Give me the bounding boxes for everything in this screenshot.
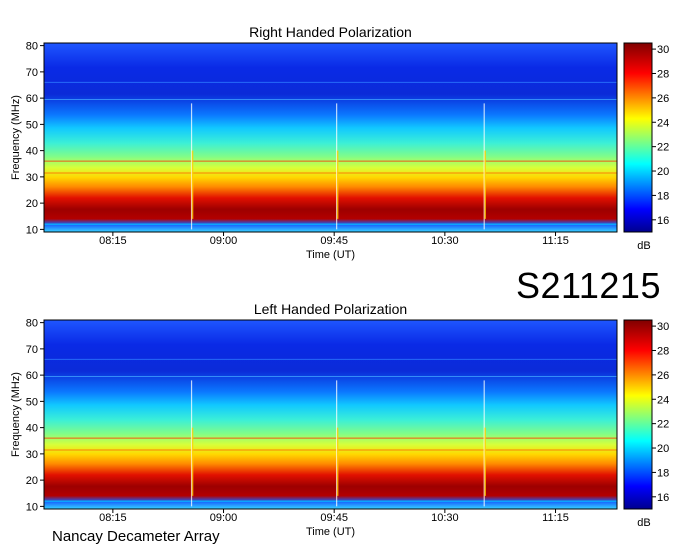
right-polarization-panel: Right Handed Polarization 08:15 09:00 09:45… (10, 24, 669, 261)
y-tick-label: 60 (26, 93, 38, 105)
colorbar-tick-label: 26 (657, 370, 669, 382)
panel-title: Left Handed Polarization (254, 301, 407, 317)
y-tick-label: 40 (26, 423, 38, 435)
x-tick-label: 09:00 (210, 235, 238, 247)
y-tick-label: 70 (26, 67, 38, 79)
y-tick-label: 80 (26, 318, 38, 330)
y-tick-label: 10 (26, 501, 38, 513)
colorbar (623, 42, 653, 233)
y-axis-label: Frequency (MHz) (10, 95, 22, 180)
y-axis-label: Frequency (MHz) (10, 372, 22, 457)
x-tick-label: 09:45 (320, 235, 348, 247)
y-tick-label: 30 (26, 172, 38, 184)
y-tick-label: 70 (26, 344, 38, 356)
y-tick-label: 10 (26, 224, 38, 236)
y-tick-label: 60 (26, 370, 38, 382)
x-tick-label: 10:30 (431, 235, 459, 247)
x-tick-label: 09:00 (210, 512, 238, 524)
spectrogram-image (44, 43, 617, 232)
colorbar-tick-label: 18 (657, 190, 669, 202)
colorbar-tick-label: 16 (657, 215, 669, 227)
y-tick-label: 20 (26, 198, 38, 210)
x-tick-label: 08:15 (99, 512, 127, 524)
colorbar-tick-label: 26 (657, 93, 669, 105)
event-id: S211215 (516, 265, 661, 306)
colorbar-tick-label: 20 (657, 166, 669, 178)
y-tick-label: 50 (26, 396, 38, 408)
x-axis-label: Time (UT) (306, 249, 355, 261)
colorbar (623, 319, 653, 510)
colorbar-tick-label: 30 (657, 44, 669, 56)
colorbar-tick-label: 24 (657, 117, 669, 129)
y-tick-label: 50 (26, 119, 38, 131)
colorbar-tick-label: 22 (657, 419, 669, 431)
spectrogram-image (44, 320, 617, 509)
x-tick-label: 11:15 (542, 235, 569, 247)
panel-title: Right Handed Polarization (249, 24, 412, 40)
x-tick-label: 09:45 (320, 512, 348, 524)
y-tick-label: 20 (26, 475, 38, 487)
colorbar-tick-label: 22 (657, 142, 669, 154)
colorbar-tick-label: 20 (657, 443, 669, 455)
colorbar-unit: dB (637, 240, 650, 252)
colorbar-tick-label: 30 (657, 321, 669, 333)
x-tick-label: 11:15 (542, 512, 569, 524)
y-tick-label: 80 (26, 41, 38, 53)
y-tick-label: 30 (26, 449, 38, 461)
x-tick-label: 10:30 (431, 512, 459, 524)
colorbar-tick-label: 16 (657, 492, 669, 504)
colorbar-tick-label: 28 (657, 345, 669, 357)
x-tick-label: 08:15 (99, 235, 127, 247)
y-tick-label: 40 (26, 146, 38, 158)
colorbar-tick-label: 28 (657, 68, 669, 80)
colorbar-tick-label: 18 (657, 467, 669, 479)
x-axis-label: Time (UT) (306, 526, 355, 538)
instrument-name: Nancay Decameter Array (52, 528, 220, 545)
colorbar-unit: dB (637, 517, 650, 529)
colorbar-tick-label: 24 (657, 394, 669, 406)
left-polarization-panel: Left Handed Polarization 08:15 09:00 09:45 1… (10, 301, 669, 538)
